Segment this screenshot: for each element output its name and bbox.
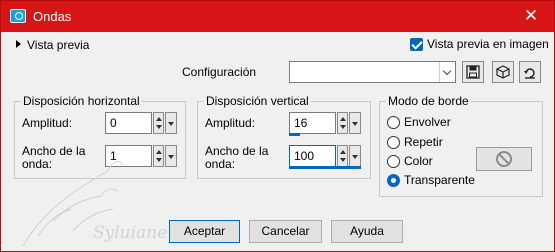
cancel-button[interactable]: Cancelar: [249, 220, 322, 243]
v-wavelength-label-line2: onda:: [205, 157, 236, 171]
v-amplitude-slider[interactable]: [289, 133, 300, 136]
v-amplitude-input[interactable]: 16: [289, 112, 336, 134]
dialog-window: Ondas ✕ Vista previa Vista previa en ima…: [0, 0, 555, 252]
checkbox-checked-icon[interactable]: [410, 37, 423, 51]
chevron-down-icon[interactable]: [349, 112, 361, 134]
radio-color[interactable]: Color: [387, 154, 433, 168]
radio-off-icon[interactable]: [387, 154, 400, 168]
v-wavelength-spinner[interactable]: 100: [289, 145, 361, 169]
radio-transparente-label: Transparente: [404, 173, 475, 187]
v-wavelength-slider[interactable]: [289, 166, 361, 169]
v-wavelength-label-line1: Ancho de la: [205, 144, 269, 158]
watermark-signature: Syluiane: [93, 223, 168, 243]
reset-icon: [524, 68, 535, 79]
chevron-down-icon[interactable]: [165, 112, 177, 134]
expand-arrow-icon: [16, 40, 21, 48]
title-bar[interactable]: Ondas ✕: [1, 1, 554, 32]
config-label: Configuración: [182, 65, 257, 79]
resources-button[interactable]: [492, 61, 514, 83]
ok-button[interactable]: Aceptar: [169, 220, 240, 243]
chevron-down-icon[interactable]: [439, 62, 455, 82]
reset-button[interactable]: [519, 61, 541, 83]
save-preset-button[interactable]: [462, 61, 484, 83]
radio-repetir[interactable]: Repetir: [387, 135, 443, 149]
radio-transparente[interactable]: Transparente: [387, 173, 475, 187]
radio-envolver[interactable]: Envolver: [387, 115, 451, 129]
v-wavelength-input[interactable]: 100: [289, 145, 336, 167]
horizontal-legend: Disposición horizontal: [21, 94, 142, 108]
close-button[interactable]: ✕: [508, 1, 554, 32]
cube-icon: [496, 65, 510, 79]
edge-mode-legend: Modo de borde: [386, 94, 471, 108]
preview-in-image-label: Vista previa en imagen: [427, 37, 549, 51]
radio-color-label: Color: [404, 154, 433, 168]
radio-off-icon[interactable]: [387, 115, 400, 129]
preview-toggle[interactable]: Vista previa: [16, 38, 89, 52]
vertical-legend: Disposición vertical: [204, 94, 311, 108]
radio-repetir-label: Repetir: [404, 135, 443, 149]
chevron-down-icon[interactable]: [349, 145, 361, 167]
window-title: Ondas: [33, 9, 72, 24]
help-button[interactable]: Ayuda: [331, 220, 403, 243]
h-amplitude-input[interactable]: 0: [105, 112, 152, 134]
radio-on-icon[interactable]: [387, 173, 400, 187]
config-select[interactable]: [289, 61, 456, 83]
h-amplitude-spinner[interactable]: 0: [105, 112, 177, 134]
h-amplitude-label: Amplitud:: [22, 116, 73, 130]
camera-icon: [10, 9, 26, 23]
spin-updown-icon[interactable]: [337, 145, 348, 167]
v-amplitude-spinner[interactable]: 16: [289, 112, 361, 136]
spin-updown-icon[interactable]: [153, 112, 164, 134]
color-swatch-button[interactable]: [476, 147, 532, 171]
preview-in-image-checkbox[interactable]: Vista previa en imagen: [410, 37, 549, 51]
radio-envolver-label: Envolver: [404, 115, 451, 129]
spin-updown-icon[interactable]: [337, 112, 348, 134]
no-entry-icon: [496, 151, 512, 167]
save-icon: [466, 65, 480, 79]
radio-off-icon[interactable]: [387, 135, 400, 149]
preview-toggle-label: Vista previa: [27, 38, 90, 52]
v-amplitude-label: Amplitud:: [205, 116, 256, 130]
